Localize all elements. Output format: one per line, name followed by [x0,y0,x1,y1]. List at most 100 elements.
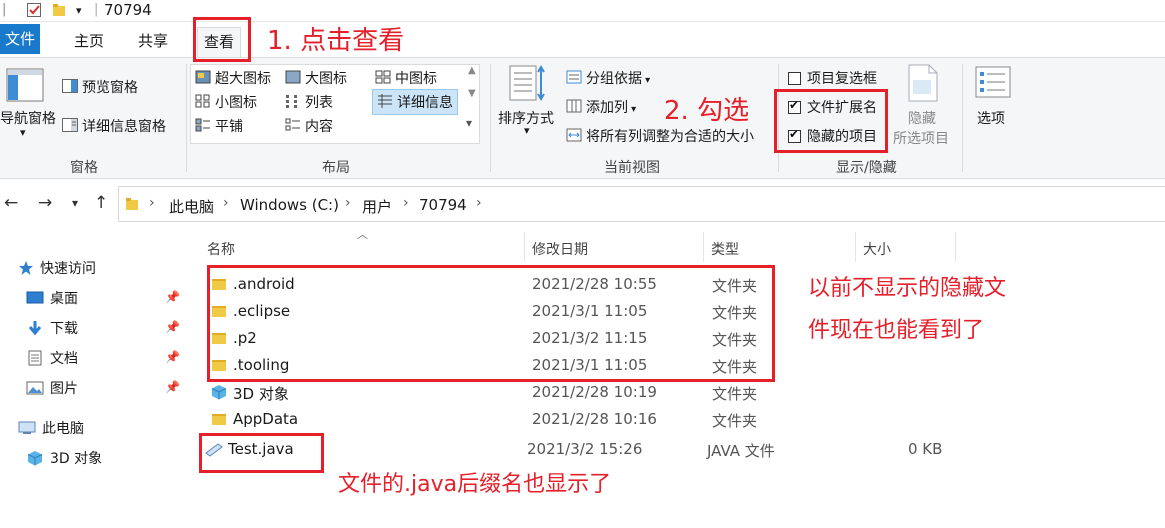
small-icons-icon [195,94,211,112]
panes-group-label: 窗格 [70,160,98,176]
current-view-group-label: 当前视图 [604,160,660,176]
layout-content[interactable]: 内容 [285,116,333,136]
preview-pane-button[interactable]: 预览窗格 [62,77,138,97]
add-columns-button[interactable]: 添加列 ▾ [566,97,636,117]
chevron-down-icon[interactable]: ▾ [524,124,530,137]
tab-home[interactable]: 主页 [72,28,106,54]
column-header-type[interactable]: 类型 [711,239,739,259]
chevron-right-icon[interactable]: › [476,195,482,211]
properties-icon[interactable] [26,2,42,22]
ribbon: 导航窗格 ▾ 预览窗格 详细信息窗格 窗格 超大图标 大图标 中图标 小图标 列… [0,57,1165,179]
file-size: 0 KB [908,440,943,458]
breadcrumb-this-pc[interactable]: 此电脑 [169,196,214,217]
layout-label: 中图标 [395,71,437,87]
layout-list[interactable]: 列表 [285,92,333,112]
recent-locations-icon[interactable]: ▾ [72,196,78,210]
item-checkboxes-toggle[interactable]: 项目复选框 [788,68,877,88]
ribbon-tabs: 文件 主页 共享 查看 [0,22,1165,57]
chevron-right-icon[interactable]: › [345,195,351,211]
size-columns-icon [566,128,582,146]
annotation-step1: 1. 点击查看 [267,26,405,56]
layout-more[interactable]: ▾ [466,116,472,130]
details-pane-button[interactable]: 详细信息窗格 [62,116,166,136]
layout-small-icons[interactable]: 小图标 [195,92,257,112]
back-arrow-icon[interactable]: ← [4,193,18,213]
layout-tiles[interactable]: 平铺 [195,116,243,136]
navigation-pane-button[interactable]: 导航窗格 [0,108,56,128]
layout-group-label: 布局 [322,160,350,176]
size-columns-label: 将所有列调整为合适的大小 [586,129,754,145]
layout-label: 内容 [305,119,333,135]
preview-pane-icon [62,79,78,97]
window-title: 70794 [104,1,152,19]
layout-medium-icons[interactable]: 中图标 [375,68,437,88]
group-by-icon [566,70,582,88]
file-name: AppData [233,410,299,428]
extra-large-icons-icon [195,70,211,88]
file-row[interactable]: Test.java 2021/3/2 15:26 JAVA 文件 0 KB [0,437,960,464]
layout-scroll-up[interactable]: ▲ [468,64,476,78]
tab-share[interactable]: 共享 [136,28,170,54]
address-path[interactable]: › 此电脑 › Windows (C:) › 用户 › 70794 › [118,186,1165,222]
annotation-step2: 2. 勾选 [664,96,750,126]
chevron-right-icon[interactable]: › [223,195,229,211]
annotation-extension-note: 文件的.java后缀名也显示了 [338,472,612,497]
layout-label: 超大图标 [215,71,271,87]
group-by-label: 分组依据 [586,71,642,87]
new-folder-icon[interactable] [52,2,68,22]
layout-label: 小图标 [215,95,257,111]
column-header-name[interactable]: 名称 [207,239,235,259]
breadcrumb-drive[interactable]: Windows (C:) [240,196,339,214]
annotation-hidden-note-line2: 件现在也能看到了 [808,318,985,343]
column-divider[interactable] [524,232,525,262]
chevron-right-icon[interactable]: › [403,195,409,211]
list-icon [285,94,301,112]
file-name: 3D 对象 [233,385,289,403]
file-row[interactable]: 3D 对象 2021/2/28 10:19 文件夹 [0,380,960,407]
up-arrow-icon[interactable]: ↑ [94,193,108,213]
layout-label: 列表 [305,95,333,111]
hide-selected-label: 所选项目 [893,131,949,147]
group-divider [186,64,187,172]
forward-arrow-icon[interactable]: → [38,193,52,213]
item-checkboxes-label: 项目复选框 [807,71,877,87]
breadcrumb-users[interactable]: 用户 [362,196,392,217]
hide-selected-button[interactable]: 隐藏 [908,108,936,128]
file-modified: 2021/2/28 10:19 [532,383,657,401]
layout-large-icons[interactable]: 大图标 [285,68,347,88]
details-pane-label: 详细信息窗格 [82,119,166,135]
breadcrumb-current[interactable]: 70794 [419,196,467,214]
chevron-down-icon[interactable]: ▾ [20,126,26,139]
group-by-button[interactable]: 分组依据 ▾ [566,68,650,88]
size-all-columns-button[interactable]: 将所有列调整为合适的大小 [566,126,754,146]
layout-details[interactable]: 详细信息 [372,89,458,115]
chevron-right-icon[interactable]: › [149,195,155,211]
highlight-show-hide-checkboxes [774,89,888,153]
options-icon[interactable] [975,66,1011,102]
customize-quick-access-icon[interactable]: ▾ [76,4,82,17]
chevron-down-icon: ▾ [642,75,651,86]
folder-icon [125,197,139,215]
content-icon [285,118,301,136]
column-header-modified[interactable]: 修改日期 [532,239,588,259]
layout-scroll-down[interactable]: ▼ [468,88,476,99]
layout-label: 详细信息 [397,95,453,111]
file-row[interactable]: AppData 2021/2/28 10:16 文件夹 [0,407,960,434]
sort-by-icon[interactable] [508,64,548,106]
column-divider[interactable] [855,232,856,262]
tab-file[interactable]: 文件 [0,24,40,54]
item-checkboxes-checkbox[interactable] [788,71,801,85]
options-button[interactable]: 选项 [977,108,1005,128]
chevron-down-icon: ▾ [628,104,637,115]
navigation-pane-icon[interactable] [6,68,44,106]
tiles-icon [195,118,211,136]
title-divider: | [94,2,99,17]
column-divider[interactable] [703,232,704,262]
address-bar: ← → ▾ ↑ › 此电脑 › Windows (C:) › 用户 › 7079… [0,185,1165,223]
highlight-java-file [199,433,324,473]
add-columns-icon [566,99,582,117]
layout-extra-large-icons[interactable]: 超大图标 [195,68,271,88]
column-divider[interactable] [955,232,956,262]
column-header-size[interactable]: 大小 [863,239,891,259]
hide-selected-icon[interactable] [907,64,939,106]
